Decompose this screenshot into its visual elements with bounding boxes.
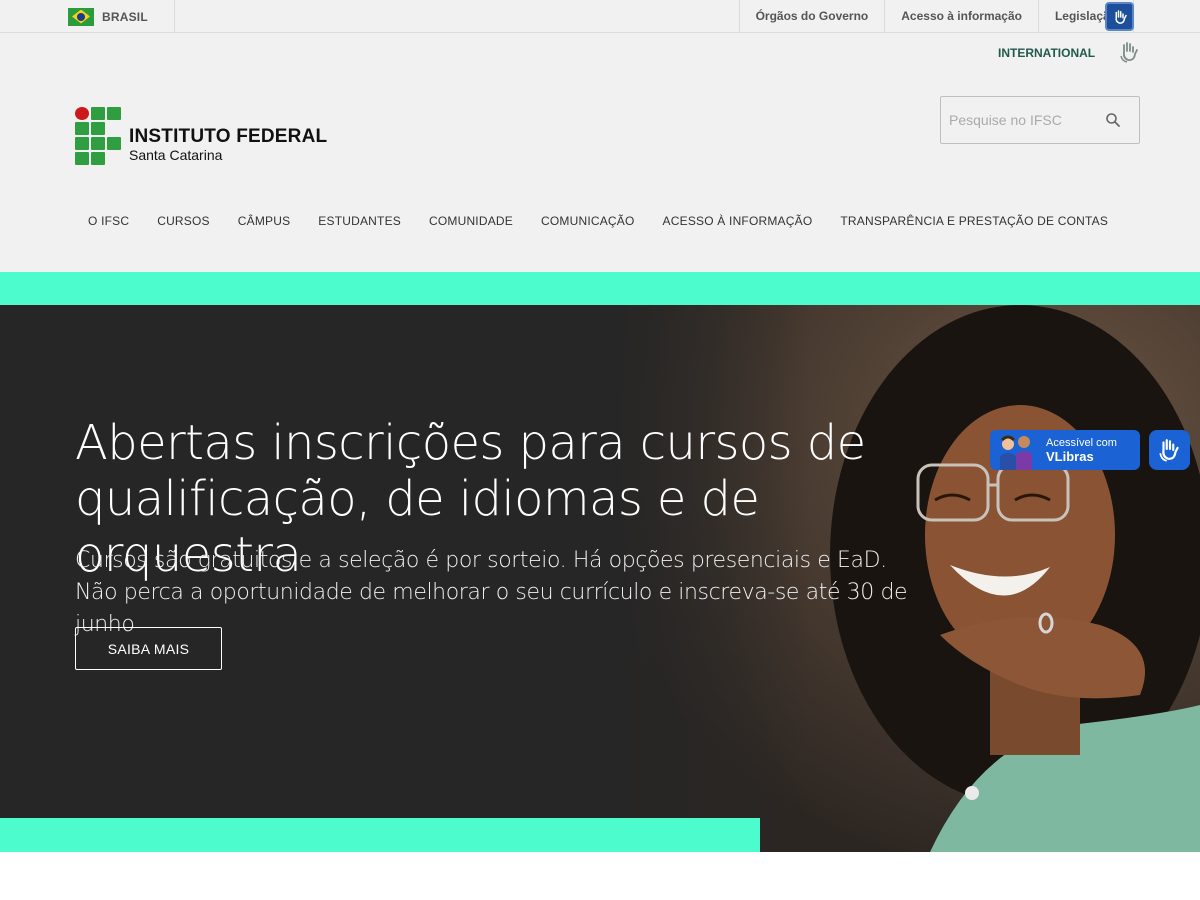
search-input[interactable] (949, 112, 1099, 128)
hero-accent-bar-top (0, 272, 1200, 305)
saiba-mais-button[interactable]: SAIBA MAIS (75, 627, 222, 670)
gov-link-orgaos[interactable]: Órgãos do Governo (738, 0, 885, 32)
sign-language-hand-icon[interactable] (1118, 40, 1142, 64)
gov-links: Órgãos do Governo Acesso à informação Le… (738, 0, 1134, 32)
nav-item-o-ifsc[interactable]: O IFSC (74, 209, 143, 233)
site-header: INTERNATIONAL INSTITUTO FEDERAL Santa Ca… (0, 33, 1200, 272)
search-icon (1106, 113, 1120, 127)
logo-title: INSTITUTO FEDERAL (129, 126, 328, 147)
nav-item-cursos[interactable]: CURSOS (143, 209, 224, 233)
gov-divider (174, 0, 175, 32)
nav-item-campus[interactable]: CÂMPUS (224, 209, 305, 233)
vlibras-avatars-icon (1000, 435, 1032, 470)
gov-link-acesso[interactable]: Acesso à informação (884, 0, 1038, 32)
vlibras-open-button[interactable] (1149, 430, 1190, 470)
nav-item-estudantes[interactable]: ESTUDANTES (304, 209, 415, 233)
ifsc-logo-mark (75, 107, 121, 165)
nav-item-acesso-informacao[interactable]: ACESSO À INFORMAÇÃO (649, 209, 827, 233)
hero-banner: Abertas inscrições para cursos de qualif… (0, 305, 1200, 852)
vlibras-badge[interactable]: Acessível com VLibras (990, 430, 1140, 470)
gov-bar: BRASIL Órgãos do Governo Acesso à inform… (0, 0, 1200, 33)
gov-brasil-label: BRASIL (102, 9, 148, 24)
sign-language-hand-icon (1114, 9, 1127, 24)
nav-item-comunidade[interactable]: COMUNIDADE (415, 209, 527, 233)
brazil-flag-icon (68, 7, 94, 26)
nav-item-transparencia[interactable]: TRANSPARÊNCIA E PRESTAÇÃO DE CONTAS (826, 209, 1122, 233)
nav-item-comunicacao[interactable]: COMUNICAÇÃO (527, 209, 649, 233)
sign-language-hand-icon (1158, 439, 1179, 462)
main-nav: O IFSC CURSOS CÂMPUS ESTUDANTES COMUNIDA… (74, 209, 1122, 233)
vlibras-line2: VLibras (1046, 449, 1094, 464)
logo-subtitle: Santa Catarina (129, 147, 223, 163)
search-box (940, 96, 1140, 144)
gov-brasil-link[interactable]: BRASIL (68, 0, 148, 33)
vlibras-gov-button[interactable] (1105, 2, 1134, 31)
international-link[interactable]: INTERNATIONAL (998, 46, 1095, 60)
search-button[interactable] (1103, 110, 1123, 130)
vlibras-line1: Acessível com (1046, 437, 1117, 449)
hero-accent-bar-bottom (0, 818, 760, 852)
ifsc-logo[interactable]: INSTITUTO FEDERAL Santa Catarina (75, 107, 327, 165)
